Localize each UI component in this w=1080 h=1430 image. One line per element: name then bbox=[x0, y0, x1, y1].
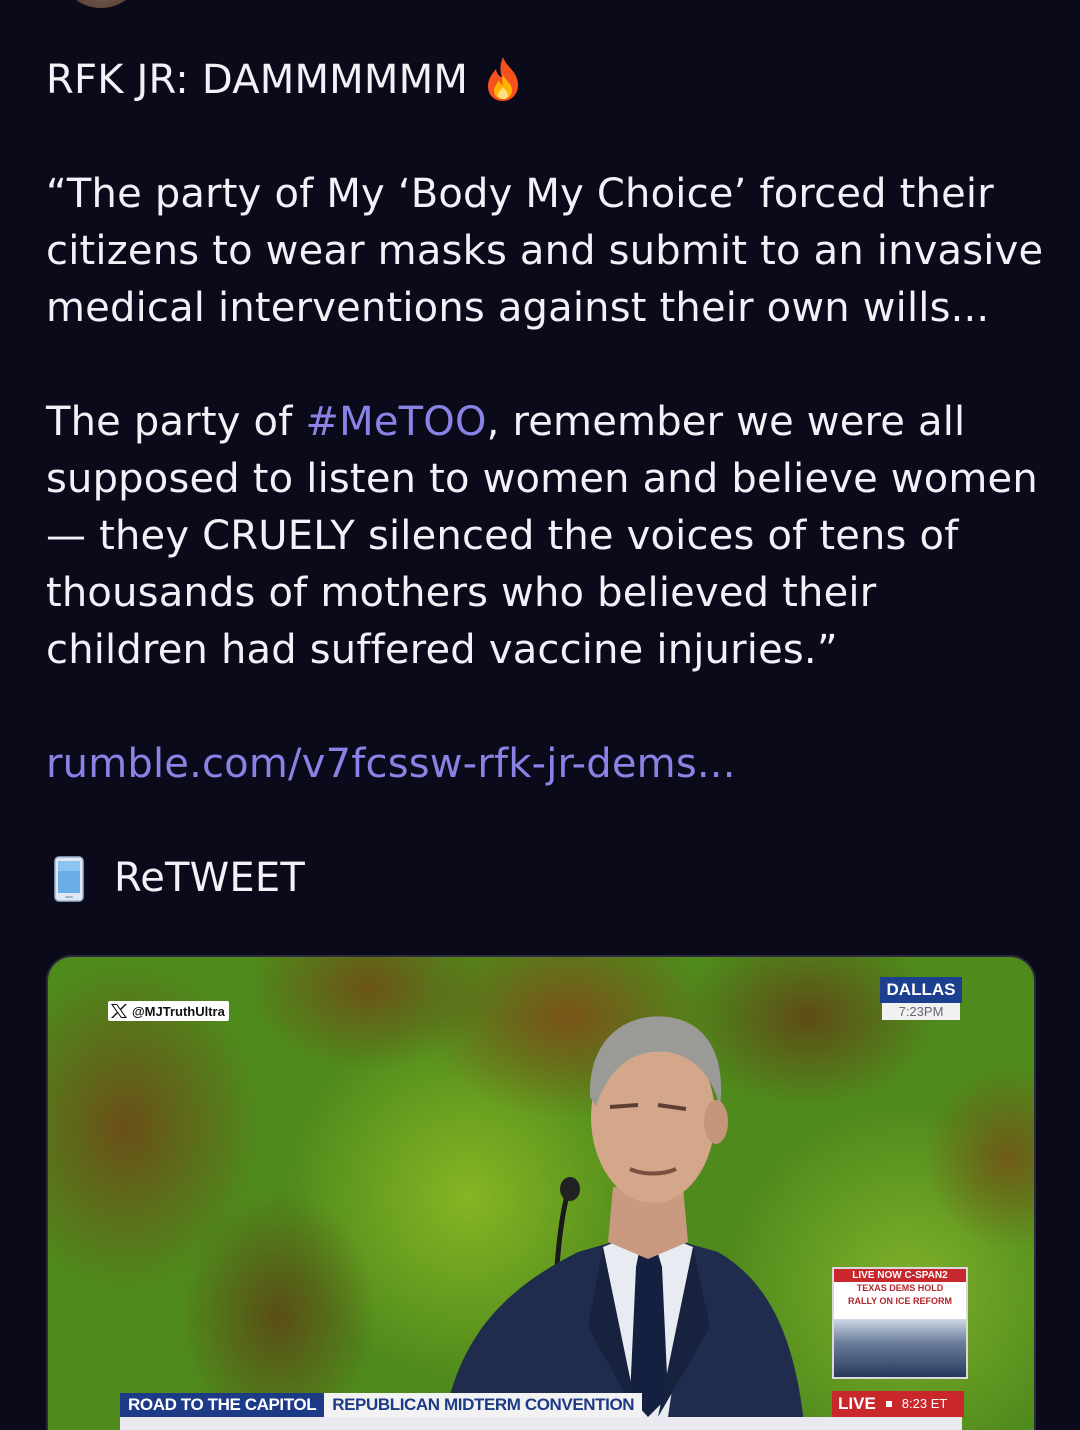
hashtag-link[interactable]: #MeTOO bbox=[305, 399, 486, 445]
post-headline: RFK JR: DAMMMMMM bbox=[46, 52, 1046, 109]
live-time: 8:23 ET bbox=[901, 1396, 948, 1411]
video-thumbnail[interactable]: @MJTruthUltra DALLAS 7:23PM LIVE NOW C-S… bbox=[46, 955, 1036, 1430]
x-logo-icon bbox=[110, 1003, 128, 1019]
quote-line-3: medical interventions against their own … bbox=[46, 285, 990, 331]
city-name: DALLAS bbox=[880, 977, 962, 1003]
video-watermark: @MJTruthUltra bbox=[108, 1001, 229, 1021]
quote-line-1: “The party of My ‘Body My Choice’ forced… bbox=[46, 171, 994, 217]
city-time: 7:23PM bbox=[882, 1003, 960, 1020]
author-avatar[interactable] bbox=[62, 0, 140, 8]
quote-line-2: citizens to wear masks and submit to an … bbox=[46, 228, 1044, 274]
live-badge: LIVE 8:23 ET bbox=[832, 1391, 964, 1417]
external-link[interactable]: rumble.com/v7fcssw-rfk-jr-dems... bbox=[46, 736, 736, 793]
location-badge: DALLAS 7:23PM bbox=[880, 977, 962, 1020]
retweet-text: ReTWEET bbox=[114, 855, 305, 901]
inset-image bbox=[834, 1319, 966, 1377]
news-chyron: ROAD TO THE CAPITOL REPUBLICAN MIDTERM C… bbox=[120, 1393, 643, 1417]
post-link-line: rumble.com/v7fcssw-rfk-jr-dems... bbox=[46, 736, 1046, 793]
watermark-handle: @MJTruthUltra bbox=[132, 1003, 225, 1019]
inset-label: LIVE NOW C-SPAN2 bbox=[834, 1269, 966, 1282]
para2-line-4: thousands of mothers who believed their bbox=[46, 570, 877, 616]
retweet-line: ReTWEET bbox=[46, 850, 1046, 907]
para2-line-2: supposed to listen to women and believe … bbox=[46, 456, 1038, 502]
para2-prefix: The party of bbox=[46, 399, 306, 445]
chyron-event: REPUBLICAN MIDTERM CONVENTION bbox=[324, 1393, 643, 1417]
post-paragraph-metoo: The party of #MeTOO, remember we were al… bbox=[46, 394, 1046, 679]
chyron-ticker bbox=[120, 1417, 962, 1430]
inset-headline-2: RALLY ON ICE REFORM bbox=[847, 1296, 952, 1306]
post-paragraph-quote: “The party of My ‘Body My Choice’ forced… bbox=[46, 166, 1046, 337]
chyron-program: ROAD TO THE CAPITOL bbox=[120, 1393, 325, 1417]
para2-suffix: , remember we were all bbox=[486, 399, 966, 445]
live-label: LIVE bbox=[838, 1394, 876, 1413]
speaker-figure bbox=[442, 1016, 805, 1430]
live-dot-icon bbox=[885, 1401, 892, 1407]
mobile-phone-icon bbox=[54, 855, 84, 902]
headline-text: RFK JR: DAMMMMMM bbox=[46, 57, 469, 103]
para2-line-3: — they CRUELY silenced the voices of ten… bbox=[46, 513, 959, 559]
inset-headline-1: TEXAS DEMS HOLD bbox=[856, 1283, 944, 1293]
fire-icon bbox=[482, 55, 524, 103]
post-body: RFK JR: DAMMMMMM “The party of My ‘Body … bbox=[46, 52, 1046, 907]
picture-in-picture-inset: LIVE NOW C-SPAN2 TEXAS DEMS HOLD RALLY O… bbox=[832, 1267, 968, 1379]
para2-line-5: children had suffered vaccine injuries.” bbox=[46, 627, 838, 673]
